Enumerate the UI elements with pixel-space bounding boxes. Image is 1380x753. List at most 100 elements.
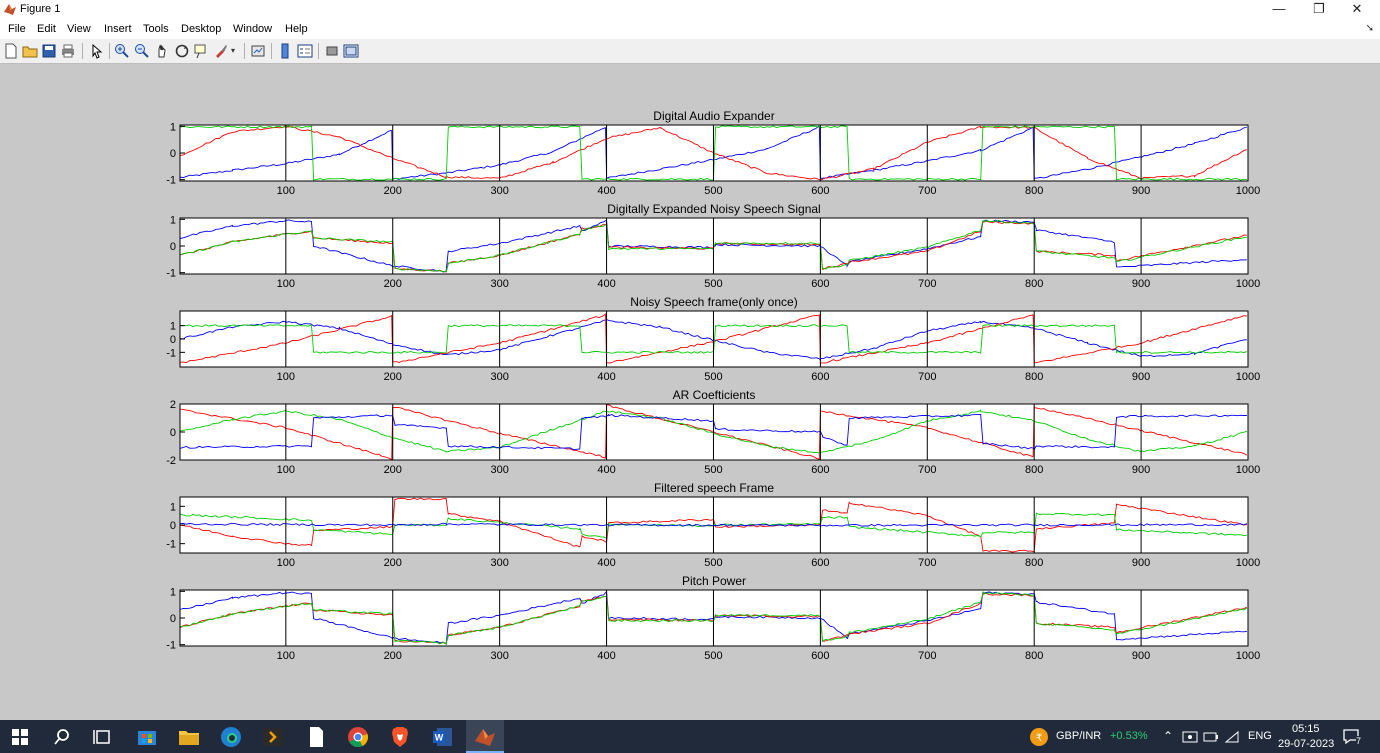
x-tick-label: 100	[277, 650, 295, 662]
subplot-title: Noisy Speech frame(only once)	[630, 295, 797, 309]
y-tick-label: 1	[170, 121, 176, 133]
x-tick-label: 200	[384, 185, 402, 197]
clock-date[interactable]: 29-07-2023	[1278, 738, 1334, 750]
store-icon[interactable]	[135, 725, 159, 749]
x-tick-label: 200	[384, 278, 402, 290]
x-tick-label: 400	[597, 185, 615, 197]
task-view-icon[interactable]	[91, 725, 115, 749]
dock-arrow-icon[interactable]: ➘	[1366, 23, 1374, 34]
x-tick-label: 400	[597, 464, 615, 476]
menu-view[interactable]: View	[67, 23, 91, 35]
wifi-icon[interactable]	[1224, 730, 1240, 744]
x-tick-label: 500	[704, 464, 722, 476]
x-tick-label: 900	[1132, 557, 1150, 569]
svg-text:W: W	[435, 733, 444, 743]
rotate-3d-icon[interactable]	[174, 43, 190, 59]
menu-desktop[interactable]: Desktop	[181, 23, 221, 35]
data-cursor-icon[interactable]	[193, 43, 209, 59]
link-plot-icon[interactable]	[250, 43, 266, 59]
save-icon[interactable]	[41, 43, 57, 59]
hide-plot-tools-icon[interactable]	[324, 43, 340, 59]
terminal-icon[interactable]	[261, 725, 285, 749]
x-tick-label: 200	[384, 464, 402, 476]
subplot-title: Digitally Expanded Noisy Speech Signal	[607, 202, 820, 216]
x-tick-label: 700	[918, 185, 936, 197]
x-tick-label: 500	[704, 371, 722, 383]
axes-background	[180, 311, 1248, 367]
x-tick-label: 900	[1132, 185, 1150, 197]
ticker-change[interactable]: +0.53%	[1110, 730, 1148, 742]
y-tick-label: -1	[166, 640, 176, 652]
zoom-in-icon[interactable]	[114, 43, 130, 59]
y-tick-label: 1	[170, 214, 176, 226]
menu-insert[interactable]: Insert	[104, 23, 132, 35]
y-tick-label: -1	[166, 347, 176, 359]
word-icon[interactable]: W	[431, 725, 455, 749]
x-tick-label: 400	[597, 557, 615, 569]
y-tick-label: 2	[170, 399, 176, 411]
notepad-icon[interactable]	[304, 725, 328, 749]
x-tick-label: 1000	[1236, 464, 1260, 476]
brave-icon[interactable]	[388, 725, 412, 749]
menu-help[interactable]: Help	[285, 23, 308, 35]
menu-tools[interactable]: Tools	[143, 23, 169, 35]
file-explorer-icon[interactable]	[177, 725, 201, 749]
x-tick-label: 1000	[1236, 371, 1260, 383]
print-icon[interactable]	[60, 43, 76, 59]
x-tick-label: 900	[1132, 278, 1150, 290]
y-tick-label: 0	[170, 148, 176, 160]
show-hidden-icons-icon[interactable]: ⌃	[1163, 729, 1173, 743]
y-tick-label: -1	[166, 268, 176, 280]
x-tick-label: 100	[277, 185, 295, 197]
y-tick-label: 0	[170, 613, 176, 625]
meet-now-icon[interactable]	[1182, 730, 1198, 744]
svg-text:₹: ₹	[1036, 733, 1042, 744]
toolbar-separator	[109, 43, 110, 59]
legend-icon[interactable]	[297, 43, 313, 59]
pan-icon[interactable]	[154, 43, 170, 59]
menu-window[interactable]: Window	[233, 23, 272, 35]
y-tick-label: -2	[166, 455, 176, 467]
figure-canvas: 100 200 300 400 500 600 700 800 900 1000 1 0 -1 Digit…	[0, 64, 1380, 720]
x-tick-label: 700	[918, 278, 936, 290]
chrome-icon[interactable]	[346, 725, 370, 749]
zoom-out-icon[interactable]	[134, 43, 150, 59]
figure-toolbar: ▾	[0, 39, 1380, 64]
x-tick-label: 200	[384, 371, 402, 383]
language-indicator[interactable]: ENG	[1248, 730, 1272, 742]
x-tick-label: 1000	[1236, 557, 1260, 569]
x-tick-label: 600	[811, 278, 829, 290]
close-button[interactable]: ✕	[1334, 0, 1380, 20]
menu-file[interactable]: File	[8, 23, 26, 35]
show-plot-tools-icon[interactable]	[343, 43, 359, 59]
notification-count: 7	[1356, 736, 1362, 746]
x-tick-label: 100	[277, 371, 295, 383]
x-tick-label: 500	[704, 278, 722, 290]
stocks-widget-icon[interactable]: ₹	[1028, 726, 1050, 748]
x-tick-label: 100	[277, 557, 295, 569]
matlab-app-icon	[4, 4, 16, 15]
colorbar-icon[interactable]	[277, 43, 293, 59]
x-tick-label: 800	[1025, 650, 1043, 662]
menu-edit[interactable]: Edit	[37, 23, 56, 35]
x-tick-label: 900	[1132, 464, 1150, 476]
new-figure-icon[interactable]	[3, 43, 19, 59]
subplots-area: 100 200 300 400 500 600 700 800 900 100010-1Digit…	[166, 109, 1260, 662]
taskbar-active-app[interactable]	[466, 720, 504, 753]
pointer-icon[interactable]	[89, 43, 105, 59]
brush-icon[interactable]	[213, 43, 229, 59]
menu-bar: File Edit View Insert Tools Desktop Wind…	[0, 20, 1380, 39]
ticker-symbol[interactable]: GBP/INR	[1056, 730, 1101, 742]
y-tick-label: 0	[170, 241, 176, 253]
windows-start-icon[interactable]	[8, 725, 32, 749]
subplot-title: Pitch Power	[682, 574, 746, 588]
x-tick-label: 500	[704, 650, 722, 662]
edge-icon[interactable]	[219, 725, 243, 749]
x-tick-label: 1000	[1236, 278, 1260, 290]
search-icon[interactable]	[50, 725, 74, 749]
clock-time[interactable]: 05:15	[1292, 723, 1320, 735]
y-tick-label: -1	[166, 539, 176, 551]
battery-icon[interactable]	[1203, 730, 1219, 744]
x-tick-label: 600	[811, 371, 829, 383]
open-file-icon[interactable]	[22, 43, 38, 59]
